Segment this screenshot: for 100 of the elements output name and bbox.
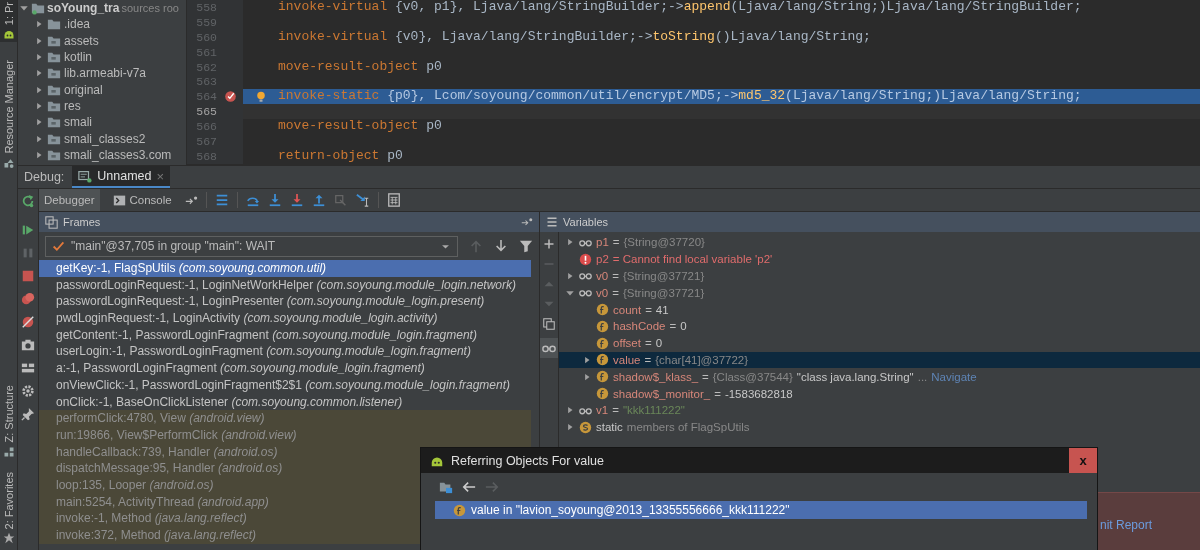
- mute-breakpoints-icon[interactable]: [21, 315, 35, 329]
- tree-item[interactable]: original: [18, 81, 186, 98]
- variable-row[interactable]: hashCode = 0: [559, 318, 1200, 335]
- stack-frame[interactable]: getContent:-1, PasswordLoginFragment (com.soyoung.module_login.fragment): [39, 326, 531, 344]
- tree-item[interactable]: smali_classes3.com: [18, 146, 186, 163]
- back-arrow-icon[interactable]: [462, 480, 476, 494]
- stack-frame[interactable]: onViewClick:-1, PasswordLoginFragment$2$1 (com.soyoung.module_login.fragment): [39, 376, 531, 394]
- collapsed-arrow-icon[interactable]: [582, 371, 592, 382]
- list-item[interactable]: value in "lavion_soyoung@2013_13355556666_kkk111222": [435, 501, 1087, 519]
- collapsed-arrow-icon[interactable]: [565, 237, 575, 248]
- watches-toggle-button[interactable]: [540, 338, 558, 358]
- variable-row[interactable]: static members of FlagSpUtils: [559, 418, 1200, 436]
- error-icon: [579, 252, 592, 266]
- collapsed-arrow-icon[interactable]: [34, 35, 44, 46]
- stack-frame[interactable]: pwdLoginRequest:-1, LoginActivity (com.soyoung.module_login.activity): [39, 310, 531, 327]
- stack-frame[interactable]: getKey:-1, FlagSpUtils (com.soyoung.common.util): [39, 260, 531, 277]
- stack-frame[interactable]: userLogin:-1, PasswordLoginFragment (com.soyoung.module_login.fragment): [39, 343, 531, 361]
- resume-icon[interactable]: [21, 223, 35, 237]
- thread-dropdown[interactable]: "main"@37,705 in group "main": WAIT: [45, 235, 458, 257]
- menu-icon[interactable]: [546, 216, 558, 228]
- variable-row[interactable]: v0 = {String@37721}: [559, 267, 1200, 285]
- source-folder-icon: [47, 115, 61, 130]
- rerun-icon[interactable]: [21, 194, 35, 208]
- variable-row[interactable]: v1 = "kkk111222": [559, 401, 1200, 419]
- stack-frame[interactable]: performClick:4780, View (android.view): [39, 410, 531, 427]
- collapsed-arrow-icon[interactable]: [582, 354, 592, 365]
- stop-icon[interactable]: [21, 269, 35, 283]
- stack-frame[interactable]: a:-1, PasswordLoginFragment (com.soyoung.module_login.fragment): [39, 360, 531, 377]
- static-icon: [579, 420, 592, 434]
- collapsed-arrow-icon[interactable]: [34, 52, 44, 63]
- variable-row[interactable]: shadow$_monitor_ = -1583682818: [559, 385, 1200, 402]
- tree-item[interactable]: soYoung_tra sources roo: [18, 0, 186, 17]
- code-line: invoke-virtual {v0}, Ljava/lang/StringBuilder;->toString()Ljava/lang/String;: [278, 29, 871, 45]
- tool-window-button[interactable]: Z: Structure: [0, 383, 17, 460]
- panel-title: Frames: [63, 216, 101, 228]
- breakpoint-icon[interactable]: [223, 90, 237, 104]
- menu-icon[interactable]: [214, 193, 229, 207]
- variable-row[interactable]: value = {char[41]@37722}: [559, 351, 1200, 369]
- tool-tab[interactable]: Debugger: [39, 189, 100, 211]
- field-icon: [596, 303, 609, 317]
- resources-icon: [2, 156, 15, 169]
- arrow-dot-icon[interactable]: [521, 216, 533, 228]
- collapsed-arrow-icon[interactable]: [34, 84, 44, 95]
- run-to-cursor-icon[interactable]: [355, 193, 370, 207]
- force-step-into-icon[interactable]: [289, 193, 304, 207]
- stack-frame[interactable]: onClick:-1, BaseOnClickListener (com.soyoung.common.listener): [39, 393, 531, 411]
- collapsed-arrow-icon[interactable]: [34, 68, 44, 79]
- panel-title: Debug:: [24, 170, 65, 184]
- collapsed-arrow-icon[interactable]: [34, 117, 44, 128]
- field-icon: [596, 387, 609, 401]
- add-icon[interactable]: [543, 238, 555, 250]
- tree-item[interactable]: smali: [18, 114, 186, 131]
- calculator-icon[interactable]: [386, 193, 401, 207]
- stack-frame[interactable]: passwordLoginRequest:-1, LoginNetWorkHelper (com.soyoung.module_login.network): [39, 276, 531, 294]
- tool-window-button[interactable]: Resource Manager: [0, 58, 17, 171]
- folder-search-icon[interactable]: [439, 480, 453, 494]
- code-line: invoke-virtual {v0, p1}, Ljava/lang/StringBuilder;->append(Ljava/lang/String;)Ljava/lang/StringBuilder;: [278, 0, 1082, 15]
- arrow-down-icon[interactable]: [494, 239, 508, 253]
- tool-tab[interactable]: Console: [107, 189, 177, 211]
- stack-frame[interactable]: passwordLoginRequest:-1, LoginPresenter (com.soyoung.module_login.present): [39, 293, 531, 311]
- line-number: 565: [195, 105, 217, 119]
- tree-item[interactable]: .idea: [18, 16, 186, 33]
- close-button[interactable]: x: [1069, 448, 1097, 473]
- collapsed-arrow-icon[interactable]: [34, 100, 44, 111]
- tree-item[interactable]: lib.armeabi-v7a: [18, 65, 186, 82]
- filter-icon[interactable]: [519, 239, 533, 253]
- collapsed-arrow-icon[interactable]: [565, 422, 575, 433]
- report-link[interactable]: nit Report: [1100, 518, 1153, 532]
- variable-row[interactable]: shadow$_klass_ = {Class@37544} "class java.lang.String" ... Navigate: [559, 368, 1200, 386]
- settings-icon[interactable]: [21, 384, 35, 398]
- close-icon[interactable]: ×: [156, 168, 165, 184]
- tool-window-button[interactable]: 2: Favorites: [0, 469, 17, 546]
- collapsed-arrow-icon[interactable]: [34, 133, 44, 144]
- layout-icon[interactable]: [21, 361, 35, 375]
- copy-icon[interactable]: [543, 318, 555, 330]
- arrow-dot-icon[interactable]: [184, 193, 198, 207]
- camera-icon[interactable]: [21, 338, 35, 352]
- lightbulb-icon[interactable]: [254, 90, 267, 104]
- tree-item[interactable]: assets: [18, 32, 186, 49]
- session-tab[interactable]: Unnamed ×: [72, 166, 171, 188]
- collapsed-arrow-icon[interactable]: [565, 405, 575, 416]
- variable-row[interactable]: p2 = Cannot find local variable 'p2': [559, 250, 1200, 268]
- collapsed-arrow-icon[interactable]: [34, 19, 44, 30]
- collapsed-arrow-icon[interactable]: [565, 271, 575, 281]
- breakpoints-icon[interactable]: [21, 292, 35, 306]
- tree-item[interactable]: smali_classes2: [18, 130, 186, 147]
- source-folder-icon: [47, 50, 61, 65]
- folder-icon: [47, 17, 61, 32]
- variable-row[interactable]: p1 = {String@37720}: [559, 234, 1200, 251]
- tool-window-button[interactable]: 1: Pr: [0, 0, 17, 43]
- variable-row[interactable]: offset = 0: [559, 334, 1200, 352]
- tree-item[interactable]: kotlin: [18, 48, 186, 66]
- step-out-icon[interactable]: [311, 193, 326, 207]
- check-icon: [52, 239, 65, 253]
- pin-icon[interactable]: [21, 407, 35, 421]
- step-into-icon[interactable]: [267, 193, 282, 207]
- variable-row[interactable]: count = 41: [559, 301, 1200, 318]
- variable-row[interactable]: v0 = {String@37721}: [559, 284, 1200, 302]
- tree-item[interactable]: res: [18, 97, 186, 115]
- collapsed-arrow-icon[interactable]: [34, 149, 44, 160]
